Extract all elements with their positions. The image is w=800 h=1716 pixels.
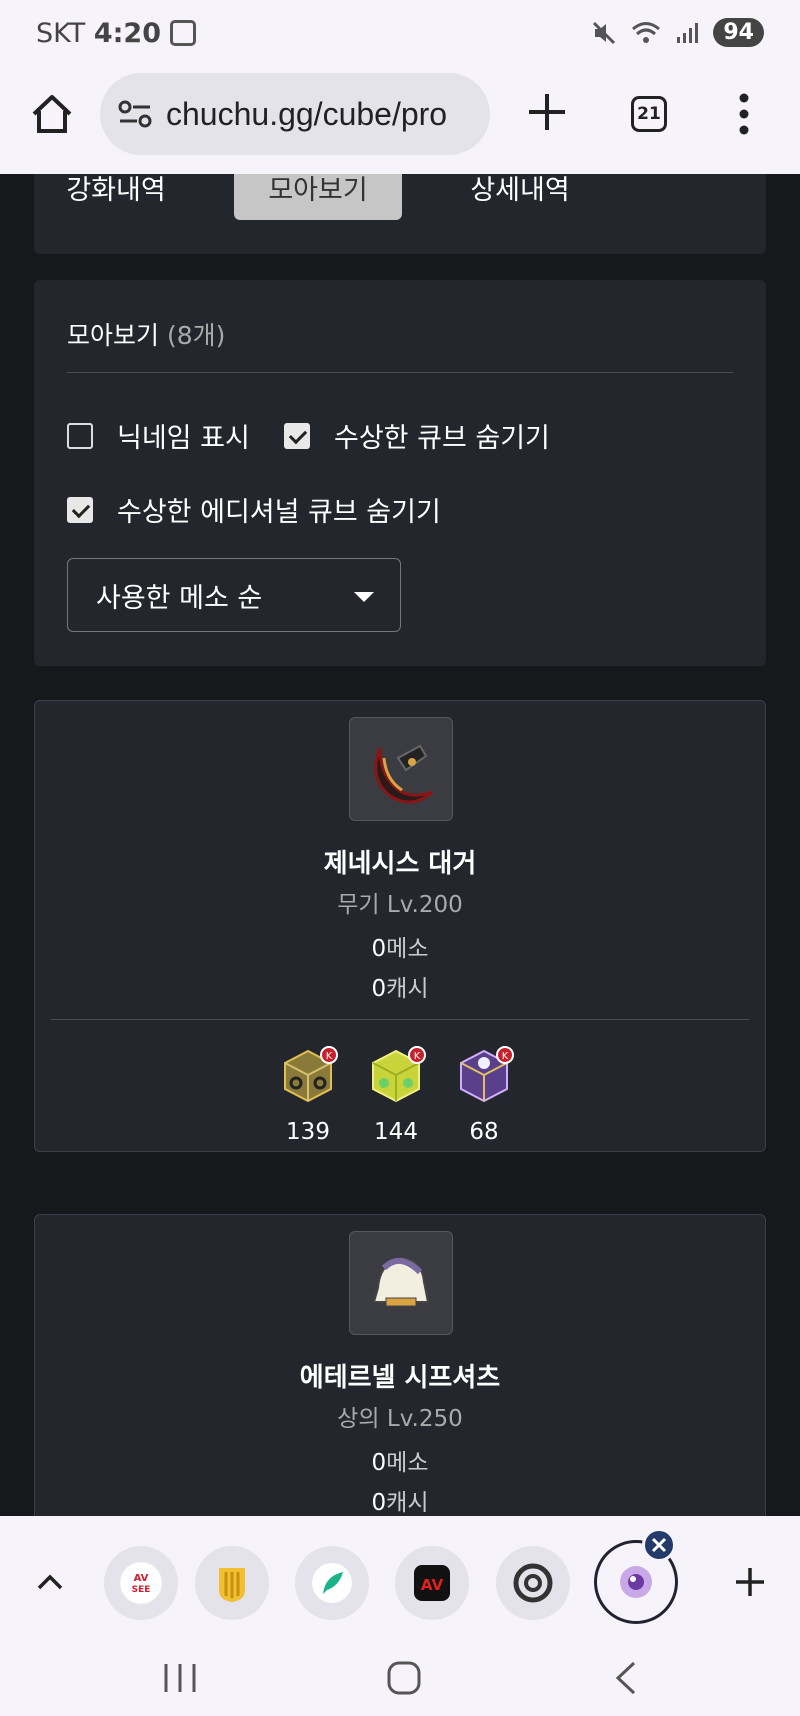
- item-image: [349, 717, 453, 821]
- dock-app-feather[interactable]: [295, 1546, 369, 1620]
- hide-suspicious-cube-checkbox[interactable]: 수상한 큐브 숨기기: [284, 416, 550, 455]
- checkbox-checked-icon[interactable]: [284, 422, 310, 449]
- svg-text:K: K: [326, 1051, 333, 1062]
- status-right: 94: [591, 18, 764, 47]
- meso-value: 0: [371, 936, 387, 962]
- tab-summary[interactable]: 모아보기: [234, 174, 402, 220]
- close-icon: [651, 1537, 667, 1553]
- cash-spent: 0캐시: [35, 969, 765, 1003]
- checkbox-label: 수상한 큐브 숨기기: [334, 423, 550, 454]
- meso-value: 0: [371, 1450, 387, 1476]
- item-card[interactable]: 제네시스 대거 무기 Lv.200 0메소 0캐시 K 139 K 144 K …: [34, 700, 766, 1152]
- checkbox-unchecked-icon[interactable]: [67, 422, 93, 449]
- screen-record-icon: [170, 20, 196, 46]
- shield-app-icon: [219, 1568, 245, 1602]
- chrome-app-icon: [513, 1563, 553, 1603]
- cash-value: 0: [371, 1490, 387, 1516]
- camera-app-icon: [620, 1566, 652, 1598]
- item-name: 에테르넬 시프셔츠: [299, 1363, 501, 1393]
- meso-unit: 메소: [386, 936, 429, 962]
- chevron-up-icon[interactable]: [36, 1572, 64, 1592]
- new-tab-icon[interactable]: [525, 90, 569, 134]
- mute-icon: [593, 21, 616, 44]
- cube-usage: K 144: [361, 1045, 431, 1145]
- item-card[interactable]: 에테르넬 시프셔츠 상의 Lv.250 0메소 0캐시: [34, 1214, 766, 1516]
- shirt-icon: [372, 1256, 430, 1307]
- cash-unit: 캐시: [386, 1490, 429, 1516]
- show-nickname-checkbox[interactable]: 닉네임 표시: [67, 416, 250, 455]
- add-app-icon[interactable]: [734, 1566, 766, 1598]
- cube-usage: K 68: [449, 1045, 519, 1145]
- cash-value: 0: [371, 976, 387, 1002]
- item-image: [349, 1231, 453, 1335]
- meso-unit: 메소: [386, 1450, 429, 1476]
- url-text[interactable]: chuchu.gg/cube/pro: [166, 96, 447, 133]
- sort-selected-value: 사용한 메소 순: [96, 582, 263, 614]
- home-icon[interactable]: [30, 92, 74, 136]
- home-nav-icon[interactable]: [386, 1660, 422, 1696]
- tab-history[interactable]: 강화내역: [34, 174, 198, 220]
- filter-panel: 모아보기 (8개) 닉네임 표시 수상한 큐브 숨기기 수상한 에디셔널 큐브 …: [34, 280, 766, 666]
- site-settings-icon[interactable]: [118, 100, 152, 128]
- svg-text:K: K: [414, 1051, 421, 1062]
- close-app-icon[interactable]: [642, 1528, 676, 1562]
- meso-spent: 0메소: [35, 929, 765, 963]
- svg-text:AV: AV: [421, 1576, 444, 1594]
- status-bar: SKT 4:20 94: [0, 0, 800, 70]
- divider: [51, 1019, 749, 1020]
- carrier: SKT: [36, 18, 86, 49]
- recent-apps-icon[interactable]: [162, 1662, 198, 1694]
- divider: [67, 372, 733, 373]
- svg-text:K: K: [502, 1051, 509, 1062]
- item-name: 제네시스 대거: [323, 849, 477, 879]
- tab-switcher-button[interactable]: 21: [631, 96, 667, 132]
- dagger-icon: [374, 744, 434, 804]
- cube-count: 139: [286, 1119, 330, 1145]
- checkbox-label: 수상한 에디셔널 큐브 숨기기: [117, 497, 441, 528]
- tab-details[interactable]: 상세내역: [436, 174, 604, 220]
- panel-title-text: 모아보기: [67, 321, 160, 350]
- av-app-icon: AV: [414, 1565, 450, 1601]
- cube-count: 68: [469, 1119, 499, 1145]
- dock-app-shield[interactable]: [195, 1546, 269, 1620]
- item-count: (8개): [166, 321, 226, 350]
- dock-app-chrome[interactable]: [496, 1546, 570, 1620]
- panel-title: 모아보기 (8개): [67, 316, 225, 352]
- sort-select[interactable]: 사용한 메소 순: [67, 558, 401, 632]
- cube-count: 144: [374, 1119, 418, 1145]
- black-cube-icon: K: [460, 1046, 514, 1103]
- clock: 4:20: [93, 18, 162, 49]
- battery-indicator: 94: [713, 18, 764, 47]
- browser-toolbar: chuchu.gg/cube/pro 21: [0, 70, 800, 175]
- cash-unit: 캐시: [386, 976, 429, 1002]
- view-tabs: 강화내역 모아보기 상세내역: [34, 174, 766, 254]
- svg-text:SEE: SEE: [132, 1585, 151, 1595]
- avsee-app-icon: AV SEE: [119, 1561, 163, 1605]
- signal-icon: [677, 22, 699, 43]
- feather-app-icon: [312, 1563, 352, 1603]
- cube-usage: K 139: [273, 1045, 343, 1145]
- item-type: 무기 Lv.200: [337, 892, 463, 918]
- red-cube-icon: K: [284, 1046, 338, 1103]
- svg-text:AV: AV: [134, 1573, 149, 1584]
- additional-cube-icon: K: [372, 1046, 426, 1103]
- meso-spent: 0메소: [35, 1443, 765, 1477]
- hide-suspicious-additional-cube-checkbox[interactable]: 수상한 에디셔널 큐브 숨기기: [67, 490, 441, 529]
- wifi-icon: [632, 21, 661, 43]
- more-options-icon[interactable]: [738, 92, 750, 136]
- status-left: SKT 4:20: [36, 18, 161, 49]
- app-dock: AV SEE AV: [0, 1516, 800, 1716]
- dock-app-avsee[interactable]: AV SEE: [104, 1546, 178, 1620]
- dropdown-arrow-icon: [354, 592, 374, 602]
- cash-spent: 0캐시: [35, 1483, 765, 1516]
- checkbox-checked-icon[interactable]: [67, 496, 93, 523]
- system-nav-bar: [0, 1646, 800, 1716]
- item-type: 상의 Lv.250: [337, 1406, 463, 1432]
- page-content: 강화내역 모아보기 상세내역 모아보기 (8개) 닉네임 표시 수상한 큐브 숨…: [0, 174, 800, 1516]
- checkbox-label: 닉네임 표시: [117, 423, 250, 454]
- address-bar[interactable]: chuchu.gg/cube/pro: [100, 73, 490, 155]
- back-icon[interactable]: [612, 1660, 640, 1696]
- dock-app-av[interactable]: AV: [395, 1546, 469, 1620]
